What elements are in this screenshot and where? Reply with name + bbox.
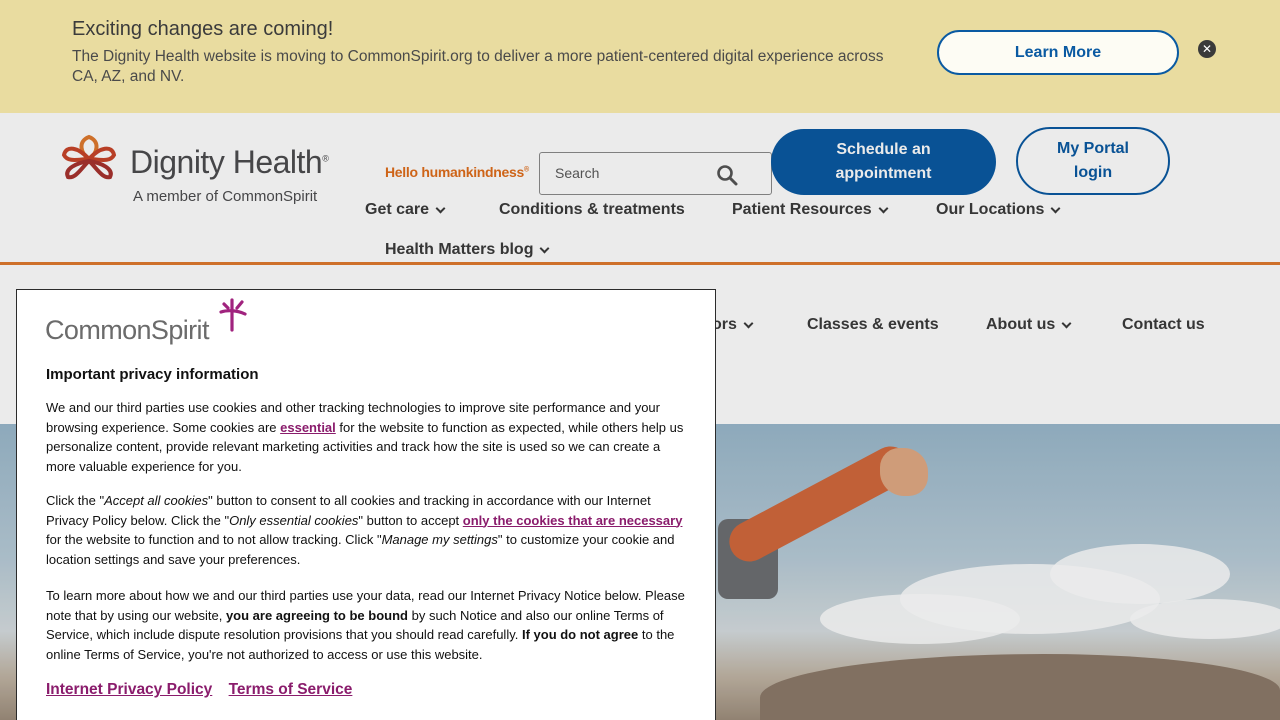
learn-more-button[interactable]: Learn More [937, 30, 1179, 75]
privacy-modal: CommonSpirit Important privacy informati… [16, 289, 716, 720]
announcement-banner: Exciting changes are coming! The Dignity… [0, 0, 1280, 113]
internet-privacy-policy-link[interactable]: Internet Privacy Policy [46, 681, 212, 698]
terms-of-service-link[interactable]: Terms of Service [229, 681, 353, 698]
privacy-paragraph-1: We and our third parties use cookies and… [46, 400, 684, 474]
essential-link[interactable]: essential [280, 420, 336, 435]
privacy-paragraph-3: To learn more about how we and our third… [46, 588, 685, 662]
close-icon[interactable]: ✕ [1198, 40, 1216, 58]
commonspirit-logo: CommonSpirit [45, 298, 250, 348]
privacy-links: Internet Privacy Policy Terms of Service [46, 681, 364, 699]
privacy-paragraph-2: Click the "Accept all cookies" button to… [46, 493, 683, 567]
banner-title: Exciting changes are coming! [72, 18, 334, 40]
banner-text: The Dignity Health website is moving to … [72, 48, 884, 85]
commonspirit-wordmark: CommonSpirit [45, 315, 209, 345]
necessary-cookies-link[interactable]: only the cookies that are necessary [463, 513, 683, 528]
privacy-title: Important privacy information [46, 366, 259, 383]
commonspirit-cross-icon [219, 298, 247, 332]
